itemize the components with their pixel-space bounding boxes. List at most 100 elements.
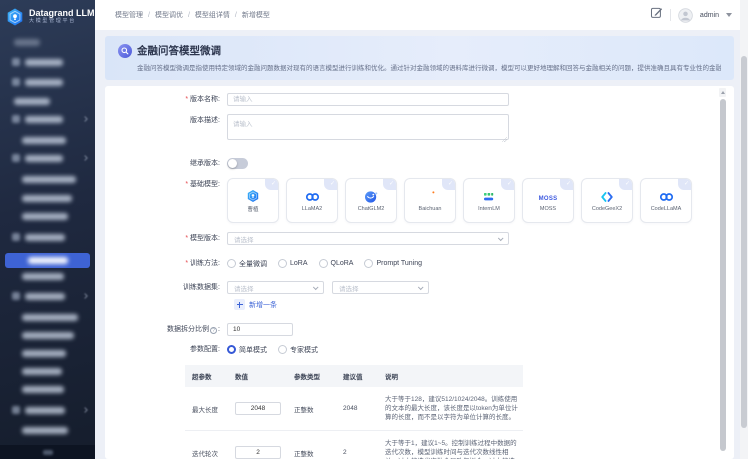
radio-option[interactable]: 全量微调: [227, 259, 267, 269]
sidebar-item[interactable]: [12, 193, 91, 203]
sidebar-item[interactable]: [12, 425, 91, 435]
chevron-down-icon[interactable]: [726, 13, 732, 17]
card-scrollbar[interactable]: [719, 88, 726, 457]
content-area: 金融问答模型微调 金融问答模型微调是指使用特定领域的金融问题数据对现有的语言模型…: [95, 30, 748, 459]
sidebar-item[interactable]: [12, 405, 91, 415]
checkbox-corner-icon[interactable]: [265, 179, 278, 190]
radio-unselected-icon[interactable]: [278, 259, 287, 268]
model-card-caozhi[interactable]: 曹植: [227, 178, 279, 223]
sidebar-item-icon: [12, 233, 20, 241]
main-area: 模型管理/模型调优/模型组详情/新增模型 admin: [95, 0, 748, 459]
radio-unselected-icon[interactable]: [227, 259, 236, 268]
page-scrollbar-thumb[interactable]: [741, 56, 747, 428]
sidebar-item[interactable]: [12, 174, 91, 184]
sidebar-item[interactable]: [12, 37, 91, 47]
sidebar-item[interactable]: [12, 57, 91, 67]
checkbox-corner-icon[interactable]: [678, 179, 691, 190]
radio-unselected-icon[interactable]: [364, 259, 373, 268]
model-card-internlm[interactable]: InternLM: [463, 178, 515, 223]
sidebar-item-label-blurred: [14, 39, 40, 46]
model-card-moss[interactable]: MOSS MOSS: [522, 178, 574, 223]
radio-option[interactable]: LoRA: [278, 259, 308, 268]
model-card-llama2[interactable]: LLaMA2: [286, 178, 338, 223]
llama2-icon: [305, 189, 320, 204]
sidebar-item[interactable]: [12, 312, 91, 322]
add-dataset-button[interactable]: 新增一条: [249, 300, 277, 310]
inherit-version-label: 继承版本:: [105, 157, 227, 170]
sidebar-item[interactable]: [12, 153, 91, 163]
sidebar-item[interactable]: [12, 384, 91, 394]
scroll-up-arrow-icon[interactable]: [719, 88, 726, 97]
checkbox-corner-icon[interactable]: [442, 179, 455, 190]
topbar-divider: [670, 9, 671, 21]
card-scrollbar-thumb[interactable]: [720, 99, 726, 451]
dataset-select-2-placeholder: 请选择: [339, 283, 359, 293]
dataset-select-1[interactable]: 请选择: [227, 281, 324, 294]
model-card-baichuan[interactable]: Baichuan: [404, 178, 456, 223]
param-value-input[interactable]: [235, 446, 281, 459]
param-config-label: 参数配置:: [105, 343, 227, 356]
resize-grip-icon[interactable]: [501, 136, 507, 142]
sidebar-collapse-bar[interactable]: [0, 445, 95, 459]
breadcrumb-item[interactable]: 模型管理: [115, 10, 143, 20]
sidebar-item-icon: [12, 292, 20, 300]
sidebar-item-label-blurred: [22, 350, 66, 357]
sidebar-item[interactable]: [12, 96, 91, 106]
avatar[interactable]: [678, 8, 693, 23]
app-window: Datagrand LLMP 大模型管理平台 模型管理/模型调优/模型组详情/新…: [0, 0, 748, 459]
radio-unselected-icon[interactable]: [319, 259, 328, 268]
param-desc-cell: 大于等于1，建议1~5。控制训练过程中数据的迭代次数，模型训练时间与迭代次数线性…: [385, 431, 523, 459]
radio-option[interactable]: QLoRA: [319, 259, 354, 268]
sidebar-item-active[interactable]: [5, 253, 90, 268]
radio-selected-icon[interactable]: [227, 345, 236, 354]
sidebar-item[interactable]: [12, 135, 91, 145]
model-card-codellama[interactable]: CodeLLaMA: [640, 178, 692, 223]
breadcrumb-item[interactable]: 新增模型: [242, 10, 270, 20]
topbar: 模型管理/模型调优/模型组详情/新增模型 admin: [95, 0, 748, 30]
train-method-radios: 全量微调 LoRA QLoRA Prompt Tuning: [227, 257, 422, 270]
model-version-select[interactable]: 请选择: [227, 232, 509, 245]
sidebar-item[interactable]: [12, 232, 91, 242]
form-row-split-ratio: 数据拆分比例?:: [105, 323, 708, 336]
user-name[interactable]: admin: [700, 12, 719, 19]
checkbox-corner-icon[interactable]: [383, 179, 396, 190]
help-question-icon[interactable]: ?: [210, 327, 217, 334]
sidebar-item[interactable]: [12, 271, 91, 281]
radio-option[interactable]: Prompt Tuning: [364, 259, 422, 268]
codellama-icon: [659, 189, 674, 204]
plus-icon[interactable]: [234, 299, 245, 310]
radio-option[interactable]: 专家模式: [278, 345, 318, 355]
chevron-right-icon: [82, 155, 88, 161]
sidebar-item[interactable]: [12, 366, 91, 376]
sidebar-item[interactable]: [12, 291, 91, 301]
logo[interactable]: Datagrand LLMP 大模型管理平台: [0, 0, 95, 32]
radio-unselected-icon[interactable]: [278, 345, 287, 354]
param-value-input[interactable]: [235, 402, 281, 415]
radio-option[interactable]: 简单模式: [227, 345, 267, 355]
model-card-codegeex2[interactable]: CodeGeeX2: [581, 178, 633, 223]
breadcrumb-item[interactable]: 模型调优: [155, 10, 183, 20]
checkbox-corner-icon[interactable]: [619, 179, 632, 190]
dataset-select-2[interactable]: 请选择: [332, 281, 429, 294]
param-name-cell: 迭代轮次: [192, 440, 235, 459]
sidebar-item[interactable]: [12, 77, 91, 87]
edit-icon[interactable]: [650, 6, 663, 24]
moss-icon: MOSS: [537, 189, 559, 204]
form-row-param-config: 参数配置: 简单模式 专家模式: [105, 343, 708, 356]
model-card-chatglm2[interactable]: ChatGLM2: [345, 178, 397, 223]
inherit-version-toggle[interactable]: [227, 158, 248, 169]
model-card-label: MOSS: [540, 206, 556, 212]
sidebar-item[interactable]: [12, 211, 91, 221]
checkbox-corner-icon[interactable]: [324, 179, 337, 190]
checkbox-corner-icon[interactable]: [560, 179, 573, 190]
sidebar-item[interactable]: [12, 348, 91, 358]
sidebar-item[interactable]: [12, 330, 91, 340]
page-scrollbar[interactable]: [740, 0, 748, 459]
checkbox-corner-icon[interactable]: [501, 179, 514, 190]
breadcrumb-item[interactable]: 模型组详情: [195, 10, 230, 20]
sidebar-item[interactable]: [12, 114, 91, 124]
version-name-input[interactable]: [227, 93, 509, 106]
version-desc-textarea[interactable]: [227, 114, 509, 140]
sidebar-item-icon: [12, 154, 20, 162]
split-ratio-input[interactable]: [227, 323, 293, 336]
